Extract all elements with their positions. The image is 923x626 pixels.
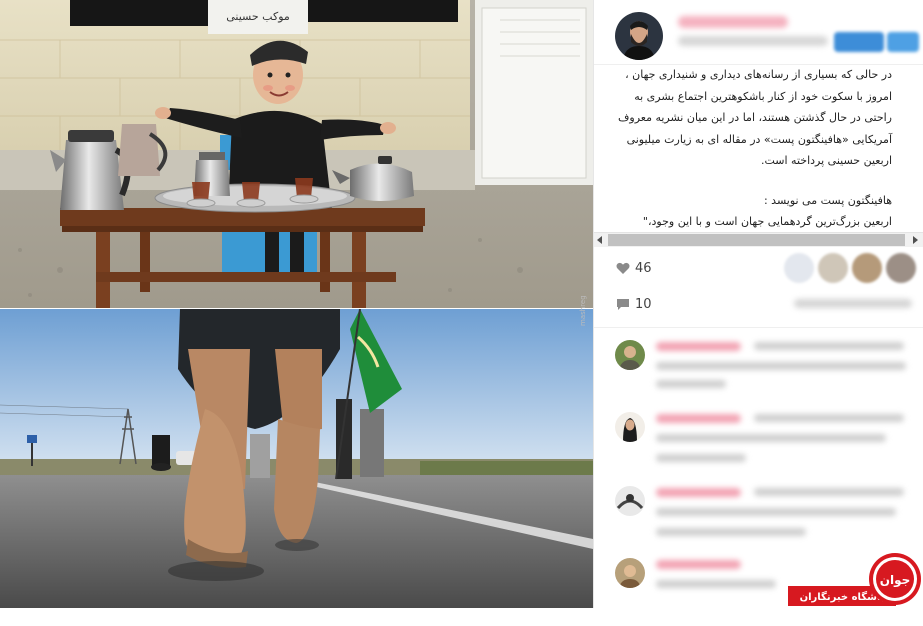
commenter-avatar[interactable] [615,412,645,442]
comment-item [594,328,923,398]
caption-line: اربعین حسینی پرداخته است. [760,154,892,167]
comment-count-row[interactable]: 10 [616,297,652,312]
commenter-name-blurred[interactable] [656,560,741,569]
photo-watermark: mashreg [579,295,587,326]
heart-icon[interactable] [616,262,630,275]
liker-avatar[interactable] [886,253,916,283]
photo-barefoot-pilgrim [0,309,593,608]
liker-avatar[interactable] [784,253,814,283]
comment-text-blurred [656,528,806,536]
horizontal-scrollbar[interactable] [594,232,923,247]
triangle-left-icon[interactable] [595,235,605,245]
caption-line: در حالی که بسیاری از رسانه‌های دیداری و … [625,68,892,81]
comment-text-blurred [656,380,726,388]
badge-label: باشگاه خبرنگاران [800,590,885,603]
comment-text-blurred [656,362,906,370]
commenter-name-blurred[interactable] [656,488,741,497]
author-avatar[interactable] [615,12,663,60]
comment-text-blurred [754,414,904,422]
speech-bubble-icon[interactable] [616,298,630,311]
like-count-row[interactable]: 46 [616,261,652,276]
badge-logo-text: جوان [880,573,911,588]
comment-text-blurred [656,580,776,588]
commenter-avatar[interactable] [615,558,645,588]
comment-text-blurred [656,508,896,516]
liker-avatar[interactable] [852,253,882,283]
commenter-name-blurred[interactable] [656,342,741,351]
comment-text-blurred [656,434,886,442]
post-photo-collage: موکب حسینی mashreg [0,0,593,608]
comment-text-blurred [754,342,904,350]
post-sidebar: در حالی که بسیاری از رسانه‌های دیداری و … [594,0,923,608]
svg-text:موکب حسینی: موکب حسینی [226,10,290,23]
post-stats: 46 10 [594,247,923,328]
commenter-name-blurred[interactable] [656,414,741,423]
commenter-avatar[interactable] [615,486,645,516]
comment-item [594,484,923,554]
author-username-blurred[interactable] [678,16,788,28]
more-button[interactable] [887,32,919,52]
liker-avatars-blurred [784,253,916,283]
caption-line: هافینگتون پست می نویسد : [763,193,892,207]
comment-count: 10 [635,297,652,312]
comment-text-blurred [656,454,746,462]
triangle-right-icon[interactable] [910,235,920,245]
follow-button[interactable] [834,32,884,52]
news-agency-logo: باشگاه خبرنگاران جوان [788,553,921,606]
photo-child-tea-cart: موکب حسینی [0,0,593,308]
like-count: 46 [635,261,652,276]
comment-item [594,406,923,476]
post-caption: در حالی که بسیاری از رسانه‌های دیداری و … [594,64,910,232]
caption-line: اربعین بزرگ‌ترین گردهمایی جهان است و با … [642,215,892,228]
caption-line: راحتی در حال گذشتن هستند، اما در این میا… [617,111,892,124]
post-header [594,0,923,65]
comment-text-blurred [754,488,904,496]
liker-avatar[interactable] [818,253,848,283]
scrollbar-thumb[interactable] [608,234,905,246]
post-meta-blurred [678,36,828,46]
caption-line: آمریکایی «هافینگتون پست» در مقاله ای به … [626,132,892,146]
caption-line: امروز با سکوت خود از کنار باشکوهترین اجت… [634,89,892,103]
commenter-avatar[interactable] [615,340,645,370]
view-comments-link-blurred[interactable] [794,299,912,308]
